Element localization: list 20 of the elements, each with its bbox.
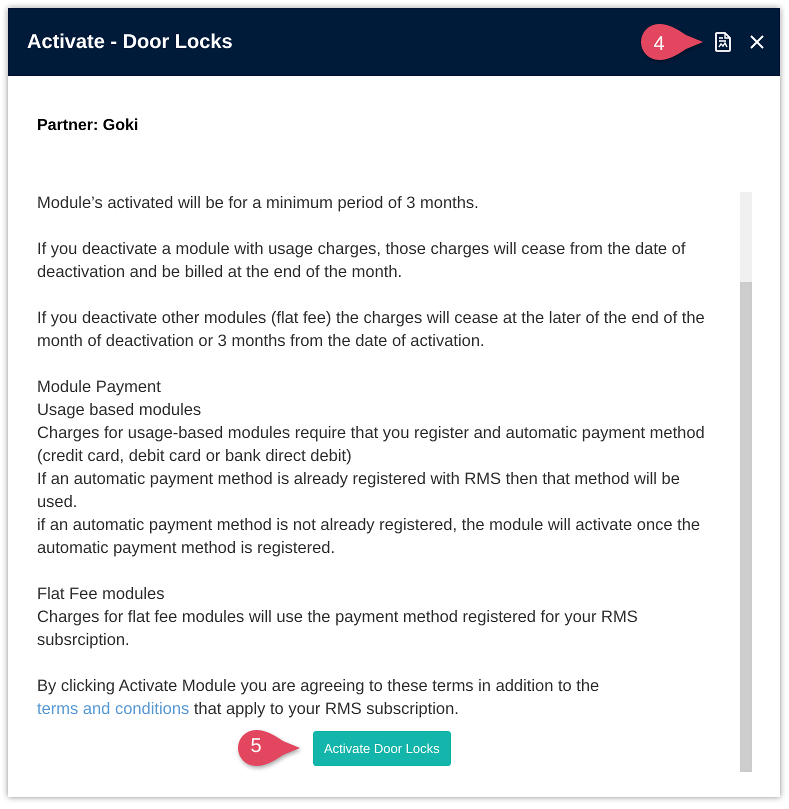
partner-label: Partner: Goki bbox=[37, 117, 138, 134]
step-callout: 4 bbox=[640, 23, 704, 61]
terms-text: Module’s activated will be for a minimum period of 3 months. bbox=[37, 193, 480, 214]
terms-text: If an automatic payment method is already registered with RMS then that method will be used. bbox=[37, 469, 681, 513]
terms-text: If you deactivate a module with usage charges, those charges will cease from the date of deactivation and be billed at the end of the month. bbox=[37, 239, 686, 283]
terms-text: Module Payment bbox=[37, 377, 162, 398]
scrollbar-thumb[interactable] bbox=[740, 282, 752, 772]
close-icon[interactable] bbox=[750, 35, 764, 49]
terms-text: If you deactivate other modules (flat fee) the charges will cease at the later of the end of the month of deactivation or 3 months from the date of activation. bbox=[37, 308, 706, 352]
document-icon[interactable] bbox=[714, 32, 732, 52]
terms-text: Usage based modules bbox=[37, 400, 202, 421]
terms-text: Flat Fee modules bbox=[37, 584, 166, 605]
dialog-title: Activate - Door Locks bbox=[27, 30, 233, 55]
terms-text: Charges for flat fee modules will use the payment method registered for your RMS subsrciption. bbox=[37, 607, 639, 651]
step-callout: 5 bbox=[237, 729, 301, 767]
activate-button[interactable]: Activate Door Locks bbox=[313, 730, 451, 766]
agreement-text: By clicking Activate Module you are agreeing to these terms in addition to the terms and conditions that apply to your RMS subscription. bbox=[37, 676, 600, 720]
terms-link[interactable]: terms and conditions bbox=[37, 700, 190, 718]
terms-text: Charges for usage-based modules require that you register and automatic payment method (credit card, debit card or bank direct debit) bbox=[37, 423, 706, 467]
terms-text: if an automatic payment method is not already registered, the module will activate once the automatic payment method is registered. bbox=[37, 515, 702, 559]
